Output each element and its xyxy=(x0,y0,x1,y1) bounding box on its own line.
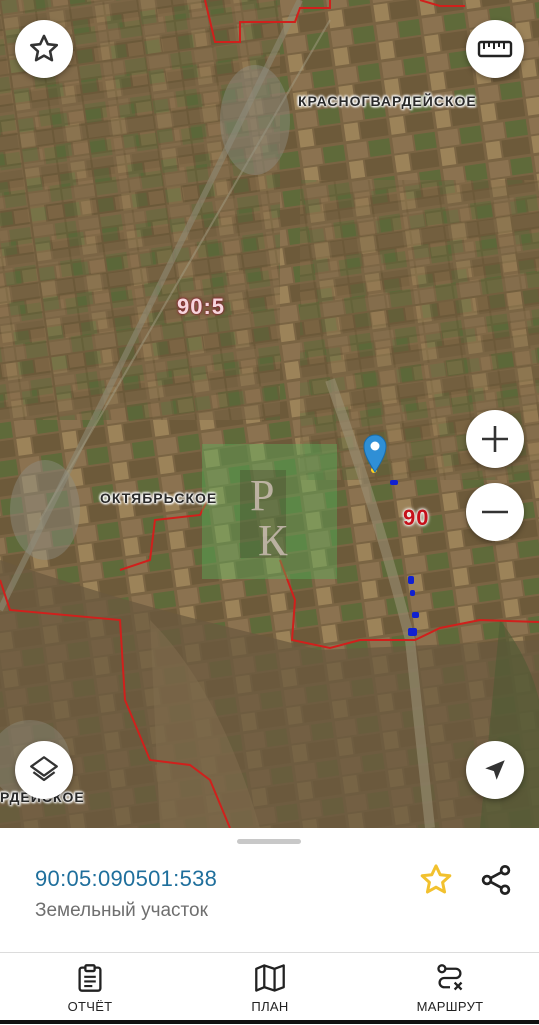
district-code-label: 90:5 xyxy=(177,294,226,319)
nav-item-route[interactable]: МАРШРУТ xyxy=(380,953,520,1025)
zoom-out-button[interactable] xyxy=(466,483,524,541)
favorite-map-button[interactable] xyxy=(15,20,73,78)
map-view[interactable]: Р К КРАСНОГВАРДЕЙСКОЕ ОКТЯБРЬСКОЕ РДЕЙСК… xyxy=(0,0,539,828)
region-code-label: 90 xyxy=(403,505,430,530)
city-label-krasnogvardeyskoe: КРАСНОГВАРДЕЙСКОЕ xyxy=(298,93,477,109)
share-button[interactable] xyxy=(478,862,514,898)
minus-icon xyxy=(482,510,508,514)
nav-item-report[interactable]: ОТЧЁТ xyxy=(20,953,160,1025)
share-icon xyxy=(481,865,511,895)
parcel-favorite-button[interactable] xyxy=(418,862,454,898)
ruler-icon xyxy=(477,40,513,58)
watermark-letter-k: К xyxy=(258,516,288,565)
city-label-oktyabrskoe: ОКТЯБРЬСКОЕ xyxy=(100,490,218,506)
star-icon xyxy=(420,864,452,894)
star-outline-icon xyxy=(29,34,59,62)
watermark-letter-r: Р xyxy=(250,471,274,520)
plus-icon xyxy=(482,426,508,452)
clipboard-report-icon xyxy=(78,964,102,992)
map-plan-icon xyxy=(255,964,285,992)
locate-button[interactable] xyxy=(466,741,524,799)
navigation-arrow-icon xyxy=(485,760,505,780)
nav-label-route: МАРШРУТ xyxy=(416,999,484,1014)
nav-item-plan[interactable]: ПЛАН xyxy=(200,953,340,1025)
nav-label-report: ОТЧЁТ xyxy=(67,999,113,1014)
layers-button[interactable] xyxy=(15,741,73,799)
satellite-imagery: Р К xyxy=(0,0,539,828)
sheet-drag-handle[interactable] xyxy=(237,839,301,844)
ruler-button[interactable] xyxy=(466,20,524,78)
route-icon xyxy=(437,964,463,991)
bottom-navigation: ОТЧЁТ ПЛАН МАРШРУТ xyxy=(0,952,539,1025)
system-bar xyxy=(0,1020,539,1024)
zoom-in-button[interactable] xyxy=(466,410,524,468)
parcel-type-label: Земельный участок xyxy=(35,900,208,921)
cadastral-number[interactable]: 90:05:090501:538 xyxy=(35,866,217,892)
nav-label-plan: ПЛАН xyxy=(251,999,289,1014)
layers-icon xyxy=(30,756,58,782)
